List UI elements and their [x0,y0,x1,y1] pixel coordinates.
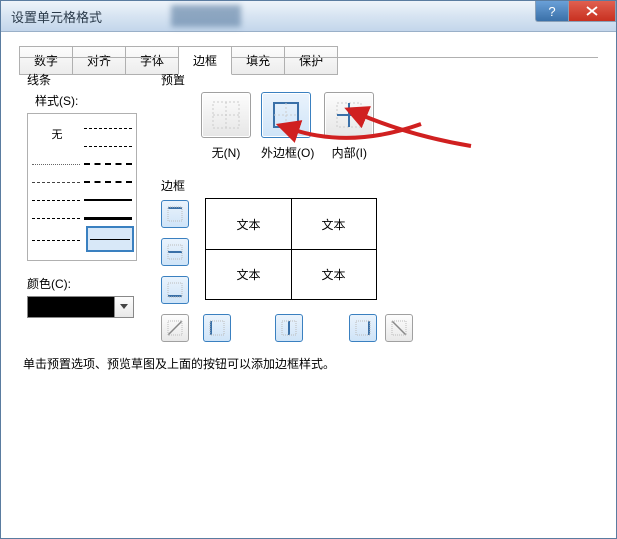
preset-inside-label: 内部(I) [324,144,374,161]
border-hmiddle-icon [167,244,183,260]
color-label: 颜色(C): [27,275,147,292]
border-right-button[interactable] [349,314,377,342]
blurred-region [171,5,241,27]
preview-cell-br: 文本 [291,249,376,299]
line-section-label: 线条 [27,71,147,88]
preset-none-button[interactable] [201,92,251,138]
line-style-dash-med[interactable] [84,174,132,190]
preview-cell-tr: 文本 [291,199,376,249]
border-vmiddle-icon [281,320,297,336]
line-style-dotted1[interactable] [32,156,80,172]
color-swatch[interactable] [27,296,115,318]
border-right-icon [355,320,371,336]
border-top-button[interactable] [161,200,189,228]
line-style-dashdot4[interactable] [32,228,80,252]
line-style-dash3[interactable] [32,192,80,208]
preview-cell-tl: 文本 [206,199,291,249]
titlebar: 设置单元格格式 ? [1,1,616,32]
border-diag-up-button[interactable] [161,314,189,342]
preset-inside-icon [334,100,364,130]
border-bottom-button[interactable] [161,276,189,304]
border-vmiddle-button[interactable] [275,314,303,342]
help-button[interactable]: ? [535,1,568,22]
line-column: 线条 样式(S): 无 颜色(C): [27,71,147,318]
chevron-down-icon [120,304,128,310]
border-diag-down-icon [391,320,407,336]
border-left-icon [209,320,225,336]
window-title: 设置单元格格式 [1,7,102,26]
line-style-dotted2[interactable] [32,174,80,190]
line-style-medium[interactable] [84,192,132,208]
line-style-dashdot2[interactable] [84,156,132,172]
preset-none-icon [211,100,241,130]
border-bottom-icon [167,282,183,298]
preset-outline-icon [271,100,301,130]
right-column: 预置 无(N) [161,71,596,348]
preview-cell-bl: 文本 [206,249,291,299]
hint-text: 单击预置选项、预览草图及上面的按钮可以添加边框样式。 [23,355,335,372]
border-diag-up-icon [167,320,183,336]
line-style-list[interactable]: 无 [27,113,137,261]
border-diag-down-button[interactable] [385,314,413,342]
border-preview[interactable]: 文本 文本 文本 文本 [205,198,377,300]
color-select[interactable] [27,296,147,318]
tab-border[interactable]: 边框 [178,46,232,75]
border-left-button[interactable] [203,314,231,342]
line-style-dash-thin[interactable] [84,120,132,136]
border-section-label: 边框 [161,177,596,194]
preset-outline-button[interactable] [261,92,311,138]
line-style-dashdot3[interactable] [32,210,80,226]
line-style-thin-selected[interactable] [86,226,134,252]
border-top-icon [167,206,183,222]
color-dropdown-button[interactable] [115,296,134,318]
line-style-dashdot[interactable] [84,138,132,154]
preset-none-label: 无(N) [201,144,251,161]
preset-outline-label: 外边框(O) [261,144,314,161]
close-button[interactable] [568,1,616,22]
line-style-none[interactable]: 无 [32,118,82,150]
border-hmiddle-button[interactable] [161,238,189,266]
preset-inside-button[interactable] [324,92,374,138]
line-style-thick[interactable] [84,210,132,226]
format-cells-dialog: 设置单元格格式 ? 数字 对齐 字体 边框 填充 保护 线条 样式(S): 无 [0,0,617,539]
style-label: 样式(S): [35,92,147,109]
